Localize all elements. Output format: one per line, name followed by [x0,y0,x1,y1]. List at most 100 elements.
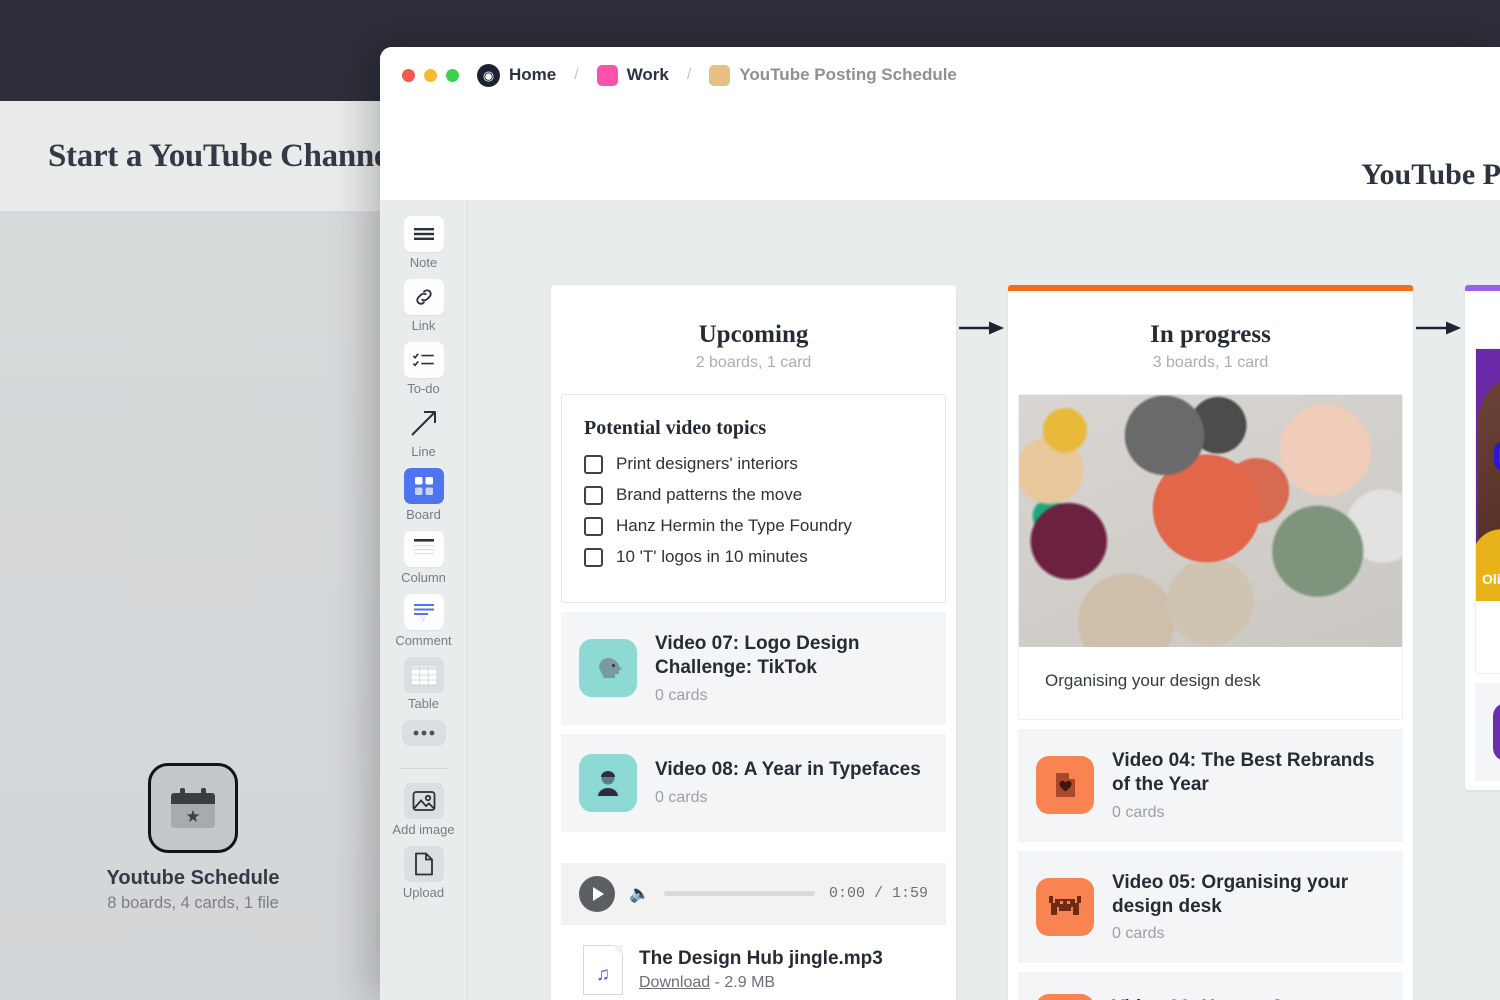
board-card-title: Video 06: How to Overcome Designer's Blo… [1112,996,1385,1000]
column-in-progress[interactable]: In progress 3 boards, 1 card Organising … [1008,285,1413,1000]
space-invader-icon [1036,878,1094,936]
tool-more[interactable] [380,720,468,749]
board-card[interactable]: Video 08: A Year in Typefaces 0 cards [561,734,946,832]
screen: Start a YouTube Channel ★ Youtube Schedu… [0,0,1500,1000]
background-board-name: Youtube Schedule [103,867,283,890]
column-header [1465,291,1500,348]
checklist-item-label: 10 'T' logos in 10 minutes [616,547,808,567]
checklist-item[interactable]: Print designers' interiors [584,454,923,474]
checklist-heading: Potential video topics [584,417,923,440]
checklist-item-label: Hanz Hermin the Type Foundry [616,516,852,536]
image-icon [404,783,444,819]
column-upcoming[interactable]: Upcoming 2 boards, 1 card Potential vide… [551,285,956,1000]
window-titlebar: ◉ Home / Work / YouTube Posting Schedule [380,47,1500,103]
audio-file-card[interactable]: 🔈 0:00 / 1:59 ♫ The Design Hub jingle.mp… [561,863,946,1000]
tool-line[interactable]: Line [380,405,468,459]
paintbrush-icon [1036,994,1094,1000]
download-link[interactable]: Download [639,974,710,991]
board-card-meta: 0 cards [1112,925,1385,943]
desk-organiser-photo [1019,395,1402,647]
image-caption: Thu [1476,601,1500,673]
column-title: Upcoming [551,321,956,349]
tool-upload[interactable]: Upload [380,846,468,900]
checkbox[interactable] [584,548,603,567]
checklist-item[interactable]: 10 'T' logos in 10 minutes [584,547,923,567]
maximize-window-button[interactable] [446,69,459,82]
checklist-item-label: Brand patterns the move [616,485,802,505]
column-header: Upcoming 2 boards, 1 card [551,291,956,394]
column-meta: 3 boards, 1 card [1008,354,1413,372]
image-card[interactable]: α Olivia R Thu [1475,348,1500,674]
checkbox[interactable] [584,486,603,505]
document-title: YouTube Po [1361,158,1500,192]
image-card[interactable]: Organising your design desk [1018,394,1403,720]
checkbox[interactable] [584,517,603,536]
app-logo-icon: ◉ [477,64,500,87]
board-card[interactable]: Video 07: Logo Design Challenge: TikTok … [561,612,946,725]
portrait-overlay-name: Olivia R [1482,571,1500,587]
breadcrumb-work[interactable]: Work [627,65,669,85]
file-attachment-row[interactable]: ♫ The Design Hub jingle.mp3 Download - 2… [561,925,946,1000]
breadcrumb: ◉ Home / Work / YouTube Posting Schedule [477,64,957,87]
background-board-meta: 8 boards, 4 cards, 1 file [103,894,283,913]
board-card[interactable]: Video 05: Organising your design desk 0 … [1018,851,1403,964]
tool-comment[interactable]: Comment [380,594,468,648]
tool-table[interactable]: Table [380,657,468,711]
column-title: In progress [1008,321,1413,349]
breadcrumb-home[interactable]: Home [509,65,556,85]
more-dots-icon [402,720,446,746]
board-card[interactable]: Video 06: How to Overcome Designer's Blo… [1018,972,1403,1000]
tool-column[interactable]: Column [380,531,468,585]
window-body: Note Link [380,200,1500,1000]
board-columns: Upcoming 2 boards, 1 card Potential vide… [551,285,1500,1000]
document-header: YouTube Po [380,103,1500,200]
music-file-icon: ♫ [583,945,623,995]
tool-line-label: Line [380,444,468,459]
tool-note[interactable]: Note [380,216,468,270]
tool-todo[interactable]: To-do [380,342,468,396]
file-meta: Download - 2.9 MB [639,974,883,992]
board-card-title: Video 07: Logo Design Challenge: TikTok [655,632,928,681]
tool-board-label: Board [380,507,468,522]
link-icon [404,279,444,315]
file-size-separator: - [715,974,725,991]
audio-progress-track[interactable] [664,891,815,896]
volume-icon[interactable]: 🔈 [629,884,650,904]
checklist-card[interactable]: Potential video topics Print designers' … [561,394,946,603]
tool-table-label: Table [380,696,468,711]
arrow-line-icon [404,405,444,441]
play-button[interactable] [579,876,615,912]
breadcrumb-separator-1: / [574,66,578,84]
tool-board[interactable]: Board [380,468,468,522]
comment-icon [404,594,444,630]
file-name: The Design Hub jingle.mp3 [639,948,883,970]
breadcrumb-current[interactable]: YouTube Posting Schedule [739,65,957,85]
tool-add-image-label: Add image [380,822,468,837]
column-meta: 2 boards, 1 card [551,354,956,372]
workspace-color-swatch [597,65,618,86]
checkbox[interactable] [584,455,603,474]
board-card-title: Video 05: Organising your design desk [1112,871,1385,920]
tool-add-image[interactable]: Add image [380,783,468,837]
column-connector-arrow-2 [1413,321,1465,335]
creator-portrait-photo: α Olivia R [1476,349,1500,601]
tool-upload-label: Upload [380,885,468,900]
tool-sidebar: Note Link [380,200,468,1000]
breadcrumb-separator-2: / [687,66,691,84]
board-card-title: Video 08: A Year in Typefaces [655,758,921,782]
checklist-item[interactable]: Brand patterns the move [584,485,923,505]
board-window: ◉ Home / Work / YouTube Posting Schedule… [380,47,1500,1000]
background-board-item[interactable]: ★ Youtube Schedule 8 boards, 4 cards, 1 … [103,763,283,913]
column-next[interactable]: α Olivia R Thu ✌ [1465,285,1500,790]
close-window-button[interactable] [402,69,415,82]
board-canvas[interactable]: Upcoming 2 boards, 1 card Potential vide… [468,200,1500,1000]
audio-player[interactable]: 🔈 0:00 / 1:59 [561,863,946,925]
window-traffic-lights[interactable] [402,69,459,82]
calendar-star-icon: ★ [148,763,238,853]
column-icon [404,531,444,567]
tool-link[interactable]: Link [380,279,468,333]
board-card[interactable]: Video 04: The Best Rebrands of the Year … [1018,729,1403,842]
checklist-item[interactable]: Hanz Hermin the Type Foundry [584,516,923,536]
minimize-window-button[interactable] [424,69,437,82]
board-card[interactable]: ✌ [1475,683,1500,781]
